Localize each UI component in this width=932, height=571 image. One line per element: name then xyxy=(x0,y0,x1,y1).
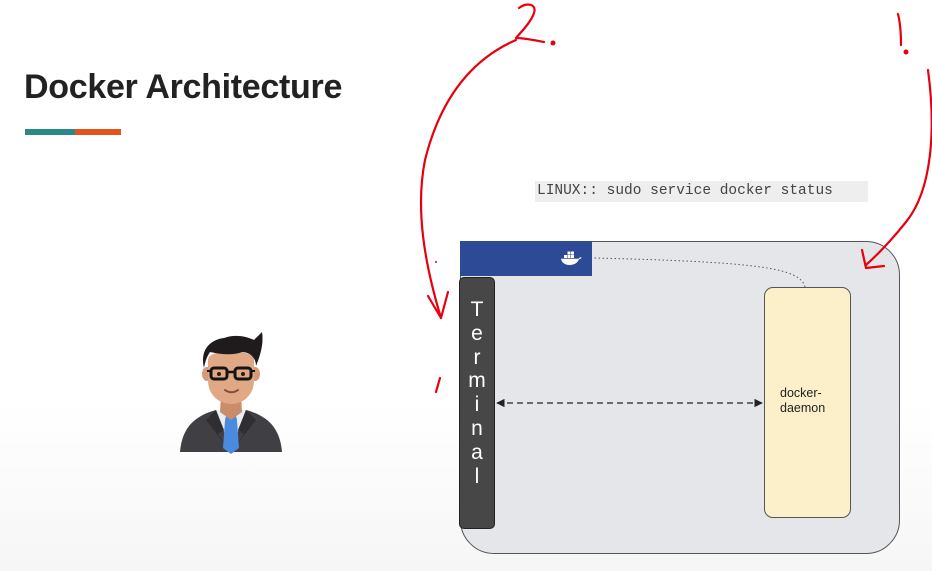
annotation-number-2 xyxy=(514,3,546,44)
terminal-letter: T xyxy=(470,298,484,321)
title-underline-teal xyxy=(25,129,75,135)
terminal-letter: m xyxy=(468,369,486,393)
annotation-arrowhead-2 xyxy=(426,290,450,320)
terminal-letter: e xyxy=(471,321,483,345)
user-avatar-icon xyxy=(180,332,282,454)
docker-daemon-box: docker-daemon xyxy=(764,287,851,518)
annotation-dot xyxy=(435,261,437,263)
docker-whale-icon xyxy=(561,251,582,265)
docker-daemon-label: docker-daemon xyxy=(780,386,826,415)
terminal-letter: l xyxy=(474,464,480,488)
terminal-box: T e r m i n a l xyxy=(459,277,495,529)
terminal-letter: n xyxy=(471,416,483,440)
annotation-dot-2 xyxy=(550,40,556,46)
annotation-dot-1 xyxy=(903,49,909,55)
annotation-arrow-1 xyxy=(864,68,932,267)
command-text: LINUX:: sudo service docker status xyxy=(535,181,868,202)
slide-title: Docker Architecture xyxy=(24,68,343,106)
annotation-number-1 xyxy=(896,12,903,47)
annotation-mark xyxy=(434,376,442,394)
terminal-letter: r xyxy=(473,345,481,369)
terminal-letter: a xyxy=(471,440,483,464)
terminal-letter: i xyxy=(474,393,480,417)
title-underline-orange xyxy=(75,129,121,135)
